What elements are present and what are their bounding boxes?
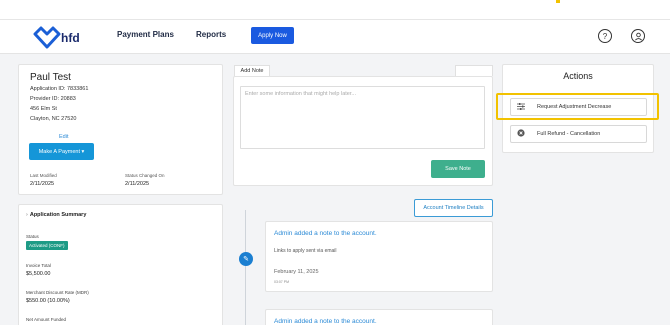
account-timeline-details-button[interactable]: Account Timeline Details xyxy=(414,199,493,217)
actions-title: Actions xyxy=(563,71,593,81)
status-changed-label: Status Changed On xyxy=(125,173,165,178)
note-textarea[interactable]: Enter some information that might help l… xyxy=(240,86,485,149)
apply-now-button[interactable]: Apply Now xyxy=(251,27,294,44)
save-note-button[interactable]: Save Note xyxy=(431,160,485,178)
full-refund-cancellation-label: Full Refund - Cancellation xyxy=(537,131,601,137)
timeline-line xyxy=(245,210,246,325)
address-line-2: Clayton, NC 27520 xyxy=(30,116,77,122)
summary-header[interactable]: › Application Summary xyxy=(26,212,86,218)
cancel-circle-icon xyxy=(511,129,531,139)
timeline-entry-subtitle: Links to apply sent via email xyxy=(274,248,337,254)
mdr-value: $550.00 (10.00%) xyxy=(26,298,70,304)
last-modified-label: Last Modified xyxy=(30,173,57,178)
user-glyph-icon xyxy=(634,32,642,40)
customer-name: Paul Test xyxy=(30,72,71,83)
top-strip xyxy=(0,0,670,20)
invoice-total-value: $5,500.00 xyxy=(26,271,51,277)
make-payment-button[interactable]: Make A Payment ▾ xyxy=(29,143,94,160)
summary-title: Application Summary xyxy=(29,212,87,218)
invoice-total-label: Invoice Total xyxy=(26,263,51,268)
status-badge: Activated (CONF) xyxy=(26,241,68,250)
timeline-entry-title[interactable]: Admin added a note to the account. xyxy=(274,318,377,325)
timeline-entry-date: February 11, 2025 xyxy=(274,269,319,275)
help-icon[interactable]: ? xyxy=(598,29,612,43)
note-tab-secondary[interactable] xyxy=(455,65,493,76)
heart-logo-icon xyxy=(33,26,61,49)
timeline-entry-title[interactable]: Admin added a note to the account. xyxy=(274,230,377,237)
customer-card: Paul Test Application ID: 7833861 Provid… xyxy=(18,64,223,195)
yellow-marker xyxy=(556,0,560,3)
logo-text: hfd xyxy=(61,31,80,45)
address-line-1: 456 Elm St xyxy=(30,106,57,112)
edit-link[interactable]: Edit xyxy=(59,134,68,140)
timeline-entry: Admin added a note to the account. Links… xyxy=(265,221,493,292)
chevron-right-icon: › xyxy=(26,212,28,218)
full-refund-cancellation-button[interactable]: Full Refund - Cancellation xyxy=(510,125,647,143)
pencil-icon: ✎ xyxy=(239,252,253,266)
status-label: Status xyxy=(26,234,39,239)
user-icon[interactable] xyxy=(631,29,645,43)
add-note-tab[interactable]: Add Note xyxy=(234,65,270,76)
timeline-entry-time: 03:07 PM xyxy=(274,280,289,284)
highlight-box xyxy=(496,93,659,120)
application-summary-card: › Application Summary Status Activated (C… xyxy=(18,204,223,325)
nav-payment-plans[interactable]: Payment Plans xyxy=(117,30,174,39)
status-changed-value: 2/11/2025 xyxy=(125,181,150,187)
mdr-label: Merchant Discount Rate (MDR) xyxy=(26,290,89,295)
nav-reports[interactable]: Reports xyxy=(196,30,226,39)
navbar: hfd Payment Plans Reports Apply Now ? xyxy=(0,20,670,54)
timeline-entry: Admin added a note to the account. xyxy=(265,309,493,325)
provider-id: Provider ID: 20883 xyxy=(30,96,76,102)
application-id: Application ID: 7833861 xyxy=(30,86,89,92)
last-modified-value: 2/11/2025 xyxy=(30,181,55,187)
hfd-logo[interactable]: hfd xyxy=(33,25,83,49)
net-amount-label: Net Amount Funded xyxy=(26,317,67,322)
